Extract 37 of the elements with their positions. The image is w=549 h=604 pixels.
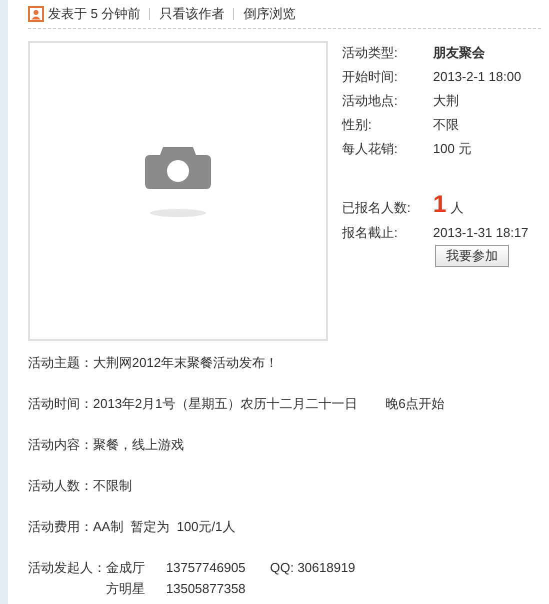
paragraph-text: 大荆网2012年末聚餐活动发布！	[93, 354, 278, 372]
deadline-label: 报名截止:	[342, 224, 399, 242]
detail-label: 性别:	[342, 116, 373, 134]
join-button[interactable]: 我要参加	[435, 245, 509, 267]
paragraph-label: 活动费用：	[28, 518, 93, 536]
paragraph-label: 活动内容：	[28, 436, 93, 454]
detail-value: 朋友聚会	[433, 44, 485, 62]
signup-count: 1	[433, 191, 446, 219]
organizer-phone: 13505877358	[166, 580, 247, 598]
paragraph-label: 活动人数：	[28, 476, 93, 495]
detail-value: 2013-2-1 18:00	[433, 68, 522, 86]
signup-label: 已报名人数:	[342, 198, 412, 216]
organizer-name: 方明星	[106, 580, 146, 598]
organizer-qq: QQ: 30618919	[270, 558, 356, 577]
post-link[interactable]: 倒序浏览	[243, 4, 296, 24]
detail-value: 100 元	[433, 140, 472, 158]
paragraph-text: 晚6点开始	[385, 394, 445, 413]
organizer-phone: 13757746905	[166, 558, 247, 577]
detail-label: 活动类型:	[342, 44, 399, 62]
user-icon	[28, 6, 44, 22]
post-time: 发表于 5 分钟前	[48, 5, 140, 24]
paragraph-label: 活动主题：	[28, 354, 93, 372]
paragraph-label: 活动时间：	[28, 394, 93, 413]
signup-unit: 人	[450, 198, 464, 216]
organizer-name: 金成厅	[106, 558, 146, 577]
detail-value: 不限	[433, 116, 459, 134]
paragraph-text: 聚餐，线上游戏	[93, 436, 184, 454]
organizer-label: 活动发起人：	[28, 559, 106, 577]
detail-value: 大荆	[433, 92, 459, 110]
detail-label: 开始时间:	[342, 68, 399, 86]
paragraph-text: 不限制	[93, 476, 132, 495]
detail-label: 每人花销:	[342, 140, 399, 158]
post-link[interactable]: 只看该作者	[159, 4, 224, 24]
detail-label: 活动地点:	[342, 92, 399, 110]
deadline-value: 2013-1-31 18:17	[433, 224, 528, 242]
paragraph-text: AA制 暂定为 100元/1人	[93, 518, 236, 536]
paragraph-text: 2013年2月1号（星期五）农历十二月二十一日	[93, 394, 358, 413]
